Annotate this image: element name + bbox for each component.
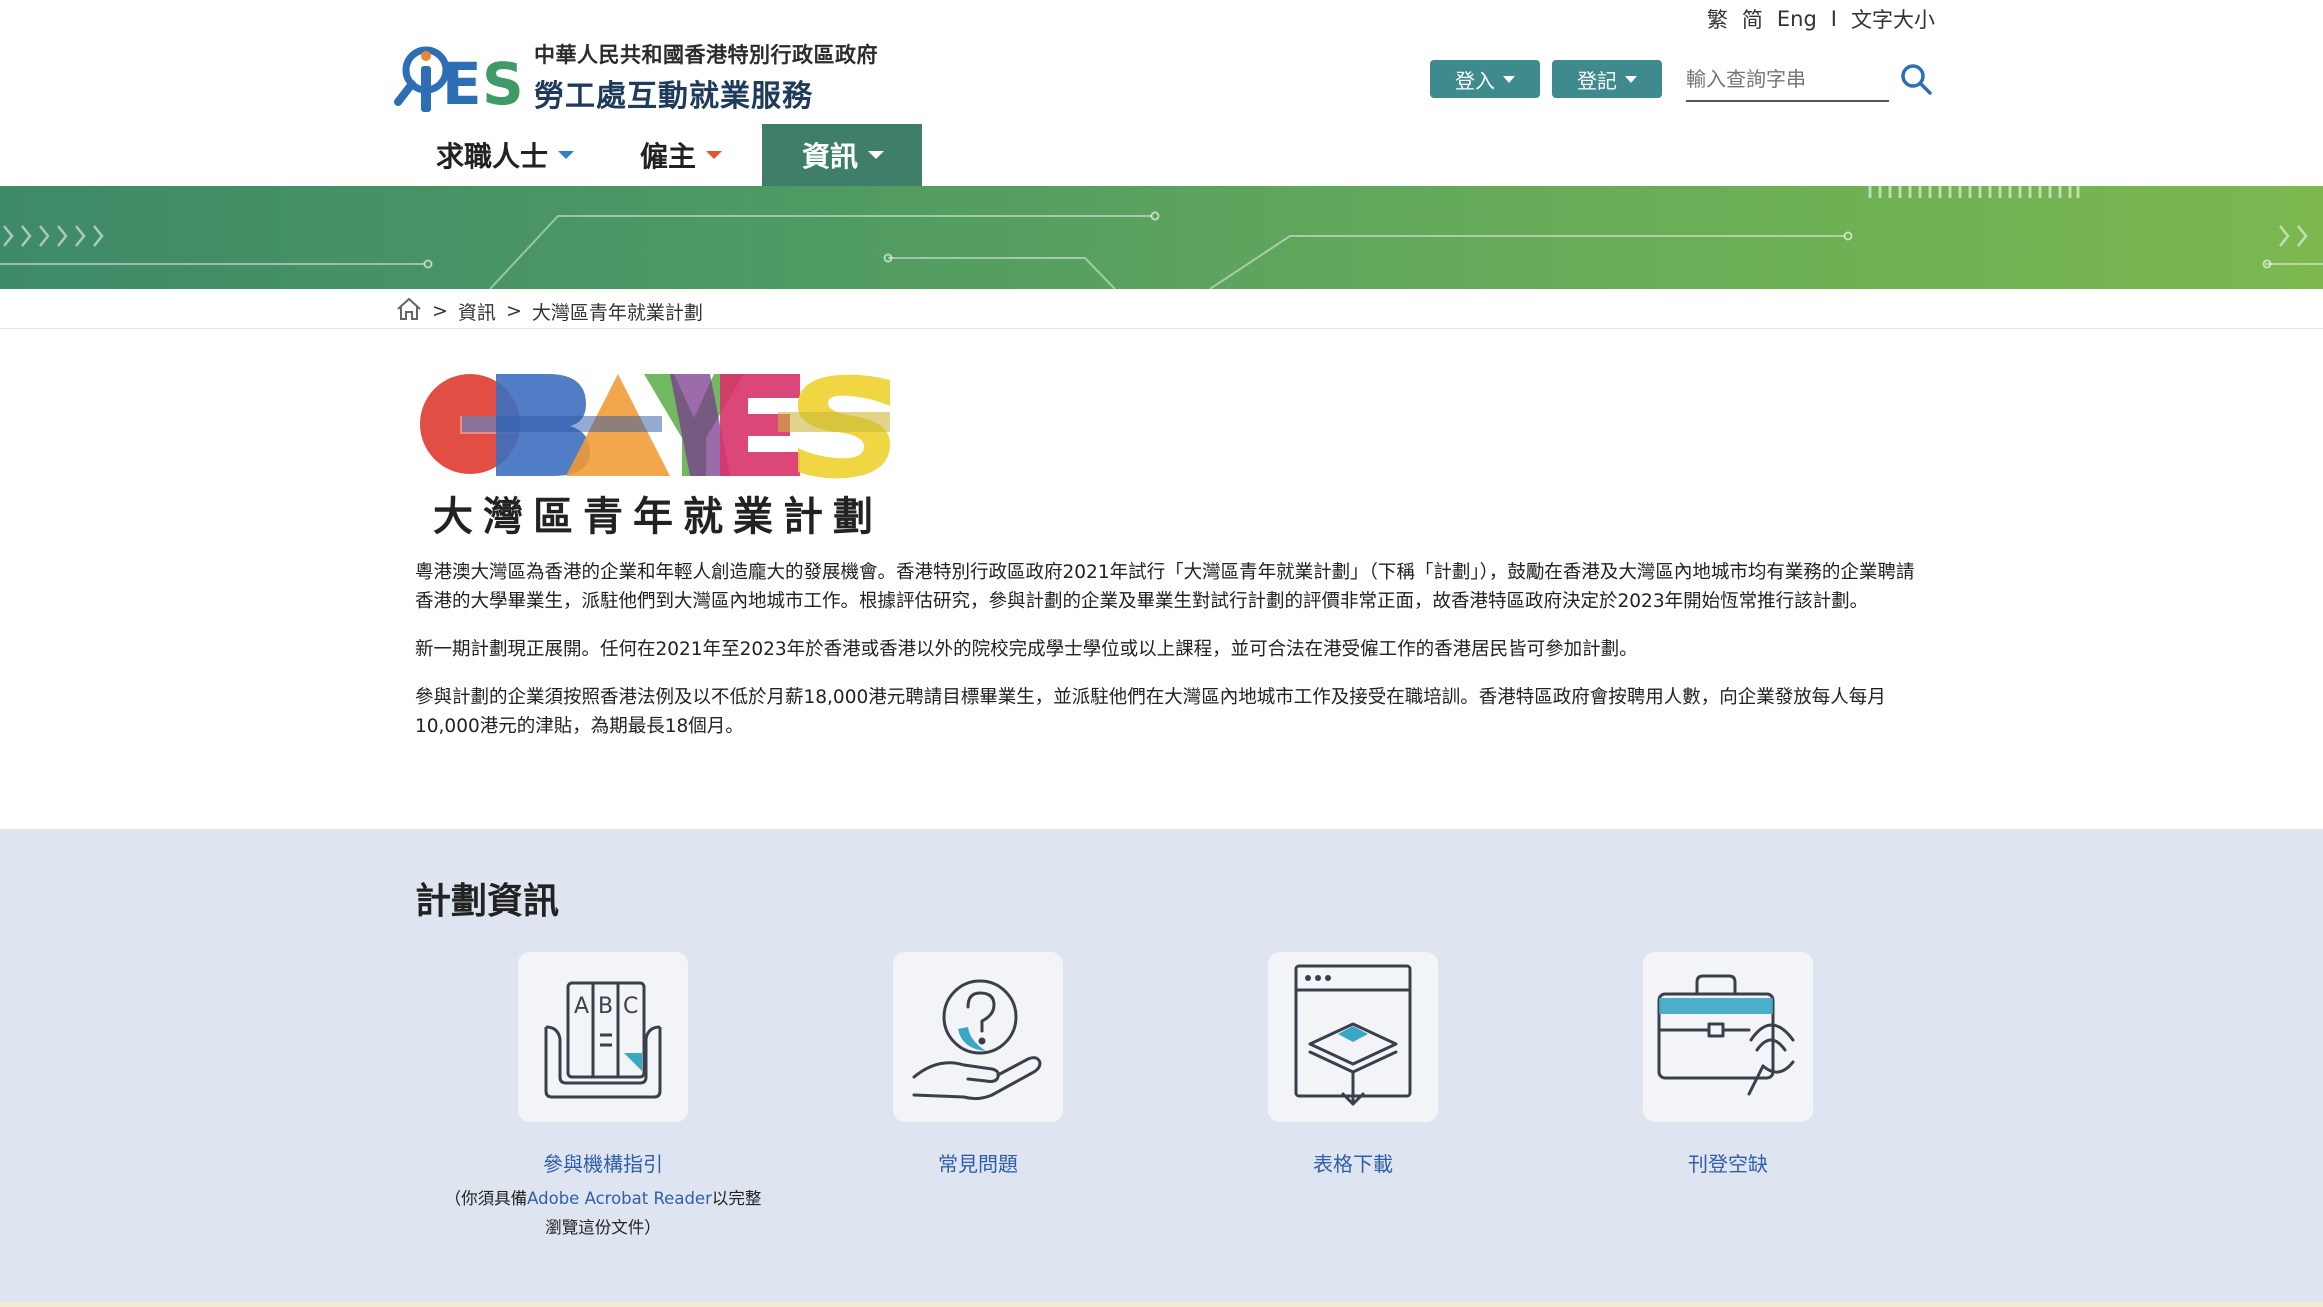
intro-paragraph: 粵港澳大灣區為香港的企業和年輕人創造龐大的發展機會。香港特別行政區政府2021年… bbox=[415, 562, 1915, 612]
svg-text:C: C bbox=[623, 994, 638, 1019]
breadcrumb: > 資訊 > 大灣區青年就業計劃 bbox=[396, 296, 703, 326]
ies-logo-mark: E S bbox=[394, 36, 530, 118]
lang-separator: I bbox=[1830, 7, 1837, 31]
register-caret-icon bbox=[1625, 75, 1637, 83]
form-download-icon bbox=[1288, 960, 1418, 1114]
lang-traditional-link[interactable]: 繁 bbox=[1707, 4, 1728, 34]
card-label-post-vacancy[interactable]: 刊登空缺 bbox=[1578, 1148, 1878, 1177]
lang-simplified-link[interactable]: 简 bbox=[1742, 4, 1763, 34]
login-button[interactable]: 登入 bbox=[1430, 60, 1540, 98]
chevron-down-icon bbox=[868, 151, 885, 159]
acrobat-note: （你須具備Adobe Acrobat Reader以完整瀏覽這份文件） bbox=[438, 1184, 768, 1242]
ies-logo[interactable]: E S 中華人民共和國香港特別行政區政府 勞工處互動就業服務 bbox=[394, 36, 878, 118]
intro-text: 粵港澳大灣區為香港的企業和年輕人創造龐大的發展機會。香港特別行政區政府2021年… bbox=[415, 558, 1920, 760]
search-icon[interactable] bbox=[1899, 62, 1933, 96]
card-label-faq[interactable]: 常見問題 bbox=[828, 1148, 1128, 1177]
svg-text:E: E bbox=[442, 50, 482, 118]
logo-government-name: 中華人民共和國香港特別行政區政府 bbox=[534, 43, 878, 67]
section-title: 計劃資訊 bbox=[415, 881, 560, 922]
footer-strip bbox=[0, 1302, 2323, 1307]
faq-hand-question-icon bbox=[908, 965, 1048, 1109]
svg-text:B: B bbox=[598, 994, 613, 1019]
breadcrumb-item-information[interactable]: 資訊 bbox=[458, 298, 496, 325]
search-input[interactable] bbox=[1686, 60, 1889, 98]
intro-paragraph: 新一期計劃現正展開。任何在2021年至2023年於香港或香港以外的院校完成學士學… bbox=[415, 639, 1638, 660]
nav-item-employers[interactable]: 僱主 bbox=[600, 124, 762, 186]
scheme-info-section bbox=[0, 829, 2323, 1302]
search-field bbox=[1686, 60, 1889, 102]
card-participating-guide[interactable]: A B C bbox=[518, 952, 688, 1122]
main-nav: 求職人士 僱主 資訊 bbox=[410, 124, 923, 186]
chevron-down-icon bbox=[558, 151, 575, 159]
nav-item-label: 求職人士 bbox=[436, 140, 549, 173]
register-label: 登記 bbox=[1577, 68, 1617, 93]
card-post-vacancy[interactable] bbox=[1643, 952, 1813, 1122]
adobe-acrobat-link[interactable]: Adobe Acrobat Reader bbox=[527, 1189, 712, 1208]
breadcrumb-item-current: 大灣區青年就業計劃 bbox=[531, 301, 703, 324]
intro-paragraph: 參與計劃的企業須按照香港法例及以不低於月薪18,000港元聘請目標畢業生，並派駐… bbox=[415, 687, 1886, 737]
acrobat-note-prefix: （你須具備 bbox=[444, 1189, 528, 1208]
chevron-down-icon bbox=[706, 151, 723, 159]
breadcrumb-divider bbox=[0, 328, 2323, 329]
language-bar: 繁 简 Eng I 文字大小 bbox=[1707, 4, 1935, 34]
guide-book-icon: A B C bbox=[538, 965, 668, 1109]
card-label-forms[interactable]: 表格下載 bbox=[1203, 1148, 1503, 1177]
nav-item-label: 資訊 bbox=[802, 140, 859, 173]
logo-service-name: 勞工處互動就業服務 bbox=[534, 79, 813, 114]
nav-item-job-seekers[interactable]: 求職人士 bbox=[410, 124, 600, 186]
nav-item-information[interactable]: 資訊 bbox=[762, 124, 923, 186]
card-faq[interactable] bbox=[893, 952, 1063, 1122]
briefcase-post-vacancy-icon bbox=[1653, 970, 1803, 1104]
home-icon[interactable] bbox=[396, 297, 422, 326]
svg-text:A: A bbox=[574, 994, 589, 1019]
svg-text:S: S bbox=[482, 50, 524, 118]
login-caret-icon bbox=[1503, 75, 1515, 83]
font-size-link[interactable]: 文字大小 bbox=[1851, 4, 1935, 34]
decorative-banner bbox=[0, 186, 2323, 289]
breadcrumb-separator: > bbox=[432, 300, 448, 322]
gbayes-scheme-logo: 大灣區青年就業計劃 bbox=[418, 372, 898, 542]
nav-item-label: 僱主 bbox=[640, 140, 697, 173]
lang-english-link[interactable]: Eng bbox=[1777, 7, 1817, 31]
card-label-guide[interactable]: 參與機構指引 bbox=[453, 1148, 753, 1177]
card-forms-download[interactable] bbox=[1268, 952, 1438, 1122]
breadcrumb-separator: > bbox=[505, 300, 522, 322]
register-button[interactable]: 登記 bbox=[1552, 60, 1662, 98]
login-label: 登入 bbox=[1455, 68, 1495, 93]
scheme-logo-caption: 大灣區青年就業計劃 bbox=[433, 494, 883, 540]
